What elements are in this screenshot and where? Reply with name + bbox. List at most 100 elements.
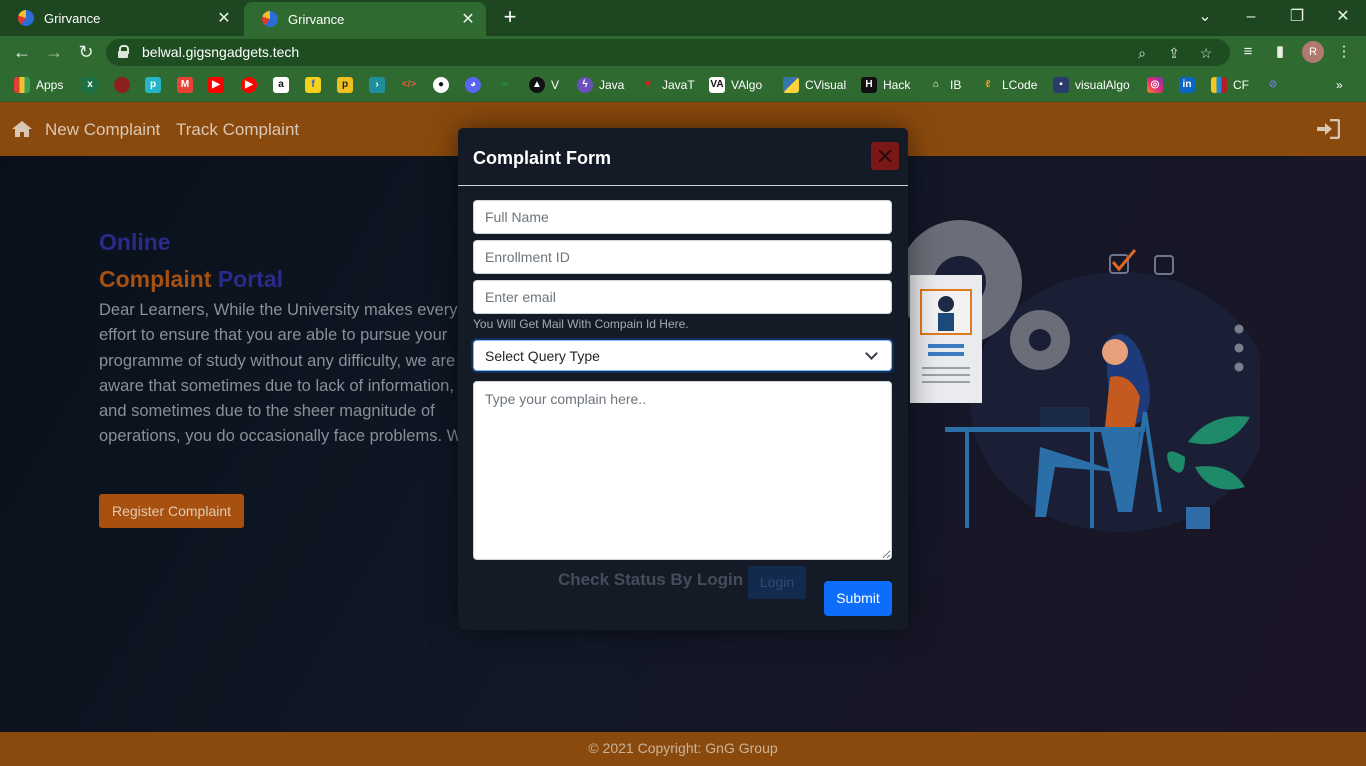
bookmark-java[interactable]: ϟ Java — [577, 76, 624, 94]
home-icon[interactable] — [12, 121, 32, 137]
browser-tab-1[interactable]: Grirvance ✕ — [0, 0, 242, 36]
lock-icon[interactable] — [118, 45, 129, 58]
share-icon[interactable]: ⇪ — [1164, 43, 1184, 63]
arrow-bookmark-icon: › — [369, 77, 385, 93]
media-control-icon[interactable]: ≡ — [1238, 42, 1258, 62]
bolt-icon: ϟ — [577, 77, 593, 93]
hero-description: Dear Learners, While the University make… — [99, 301, 471, 446]
bookmark-javat[interactable]: ▼ JavaT — [640, 76, 695, 94]
bookmark-gmail[interactable]: M — [177, 76, 193, 94]
tab-close-icon[interactable]: ✕ — [460, 9, 476, 29]
tab-title: Grirvance — [288, 11, 345, 27]
address-bar[interactable]: belwal.gigsngadgets.tech ⌕ ⇪ ☆ — [106, 39, 1230, 66]
site-favicon-icon — [262, 11, 278, 27]
bookmark-lcode[interactable]: ℓ LCode — [980, 76, 1038, 94]
bookmark-excel[interactable]: x — [82, 76, 98, 94]
register-complaint-button[interactable]: Register Complaint — [99, 494, 244, 528]
restore-button[interactable]: ❐ — [1274, 4, 1320, 30]
bookmark-v[interactable]: ▲ V — [529, 76, 559, 94]
email-field[interactable] — [473, 280, 892, 314]
link-bookmark-icon: ⊘ — [1268, 79, 1278, 90]
triangle-icon: ▲ — [529, 77, 545, 93]
bookmark-youtube-music[interactable]: ▶ — [241, 76, 257, 94]
tab-search-chevron-icon[interactable]: ⌄ — [1182, 4, 1228, 30]
bookmark-ib[interactable]: ⌂ IB — [928, 76, 961, 94]
hero-title-part1: Complaint — [99, 266, 212, 292]
hero-title: Complaint Portal — [99, 266, 283, 293]
bookmark-gfg[interactable]: ∞ — [497, 76, 513, 94]
apps-grid-icon — [14, 77, 30, 93]
bookmark-valgo[interactable]: VA VAlgo — [709, 76, 762, 94]
bookmark-hack[interactable]: H Hack — [861, 76, 910, 94]
code-icon: </> — [401, 79, 417, 90]
excel-icon: x — [82, 77, 98, 93]
browser-titlebar: Grirvance ✕ Grirvance ✕ + ⌄ – ❐ ✕ — [0, 0, 1366, 36]
bookmark-tplink[interactable]: p — [145, 76, 161, 94]
bookmark-visualalgo[interactable]: ▪ visualAlgo — [1053, 76, 1130, 94]
check-status-text: Check Status By Login — [558, 570, 744, 589]
tab-close-icon[interactable]: ✕ — [216, 8, 232, 28]
complaint-form-modal: Complaint Form You Will Get Mail With Co… — [458, 128, 908, 630]
submit-button[interactable]: Submit — [824, 581, 892, 616]
amazon-icon: a — [273, 77, 289, 93]
bookmark-instagram[interactable]: ◎ — [1147, 76, 1163, 94]
hero-online-label: Online — [99, 229, 171, 255]
bookmark-linkedin[interactable]: in — [1179, 76, 1195, 94]
kebab-menu-icon[interactable]: ⋮ — [1334, 42, 1354, 62]
close-modal-button[interactable] — [871, 142, 899, 170]
bookmark-link[interactable]: ⊘ — [1265, 76, 1281, 94]
gear-small-icon — [1010, 310, 1070, 370]
bookmark-arrow[interactable]: › — [369, 76, 385, 94]
bookmark-code[interactable]: </> — [401, 76, 417, 94]
full-name-field[interactable] — [473, 200, 892, 234]
zoom-icon[interactable]: ⌕ — [1132, 43, 1152, 63]
github-icon: ● — [433, 77, 449, 93]
valgo-icon: VA — [709, 77, 725, 93]
forward-arrow-icon[interactable]: → — [42, 40, 66, 64]
profile-avatar[interactable]: R — [1302, 41, 1324, 63]
bookmark-cf[interactable]: CF — [1211, 76, 1249, 94]
sign-in-icon[interactable] — [1316, 119, 1340, 139]
bookmark-apps[interactable]: Apps — [14, 76, 63, 94]
side-panel-icon[interactable]: ▮ — [1270, 42, 1290, 62]
discord-icon: ◕ — [465, 77, 481, 93]
youtube-icon: ▶ — [208, 77, 224, 93]
bookmark-flipkart[interactable]: f — [305, 76, 321, 94]
site-footer: © 2021 Copyright: GnG Group — [0, 732, 1366, 766]
visualalgo-icon: ▪ — [1053, 77, 1069, 93]
bookmark-star-icon[interactable]: ☆ — [1196, 43, 1216, 63]
modal-title: Complaint Form — [473, 148, 611, 168]
tab-title: Grirvance — [44, 10, 101, 26]
hero-title-part2: Portal — [217, 266, 284, 292]
minimize-button[interactable]: – — [1228, 4, 1274, 30]
nav-new-complaint[interactable]: New Complaint — [45, 120, 160, 140]
linkedin-icon: in — [1179, 77, 1195, 93]
gfg-icon: ∞ — [501, 79, 509, 90]
site-favicon-icon — [18, 10, 34, 26]
bookmark-amazon[interactable]: a — [273, 76, 289, 94]
query-type-select[interactable]: Select Query Type — [473, 340, 892, 371]
status-login-button: Login — [748, 566, 806, 599]
bookmark-p[interactable]: p — [337, 76, 353, 94]
enrollment-id-field[interactable] — [473, 240, 892, 274]
close-window-button[interactable]: ✕ — [1320, 4, 1366, 30]
bookmark-youtube[interactable]: ▶ — [208, 76, 224, 94]
more-bookmarks-icon[interactable]: » — [1336, 76, 1343, 94]
url-text[interactable]: belwal.gigsngadgets.tech — [142, 44, 299, 60]
new-tab-button[interactable]: + — [498, 5, 522, 29]
nav-track-complaint[interactable]: Track Complaint — [176, 120, 299, 140]
youtube-music-icon: ▶ — [241, 77, 257, 93]
browser-tab-2[interactable]: Grirvance ✕ — [244, 2, 486, 36]
email-hint: You Will Get Mail With Compain Id Here. — [473, 317, 689, 331]
tplink-icon: p — [145, 77, 161, 93]
p-icon: p — [337, 77, 353, 93]
bookmark-red[interactable] — [114, 76, 130, 94]
bookmark-discord[interactable]: ◕ — [465, 76, 481, 94]
reload-icon[interactable]: ↻ — [74, 40, 98, 64]
gmail-icon: M — [177, 77, 193, 93]
back-arrow-icon[interactable]: ← — [10, 40, 34, 64]
codeforces-icon — [1211, 77, 1227, 93]
bookmark-github[interactable]: ● — [433, 76, 449, 94]
bookmark-cvisual[interactable]: CVisual — [783, 76, 846, 94]
complaint-textarea[interactable] — [473, 381, 892, 560]
